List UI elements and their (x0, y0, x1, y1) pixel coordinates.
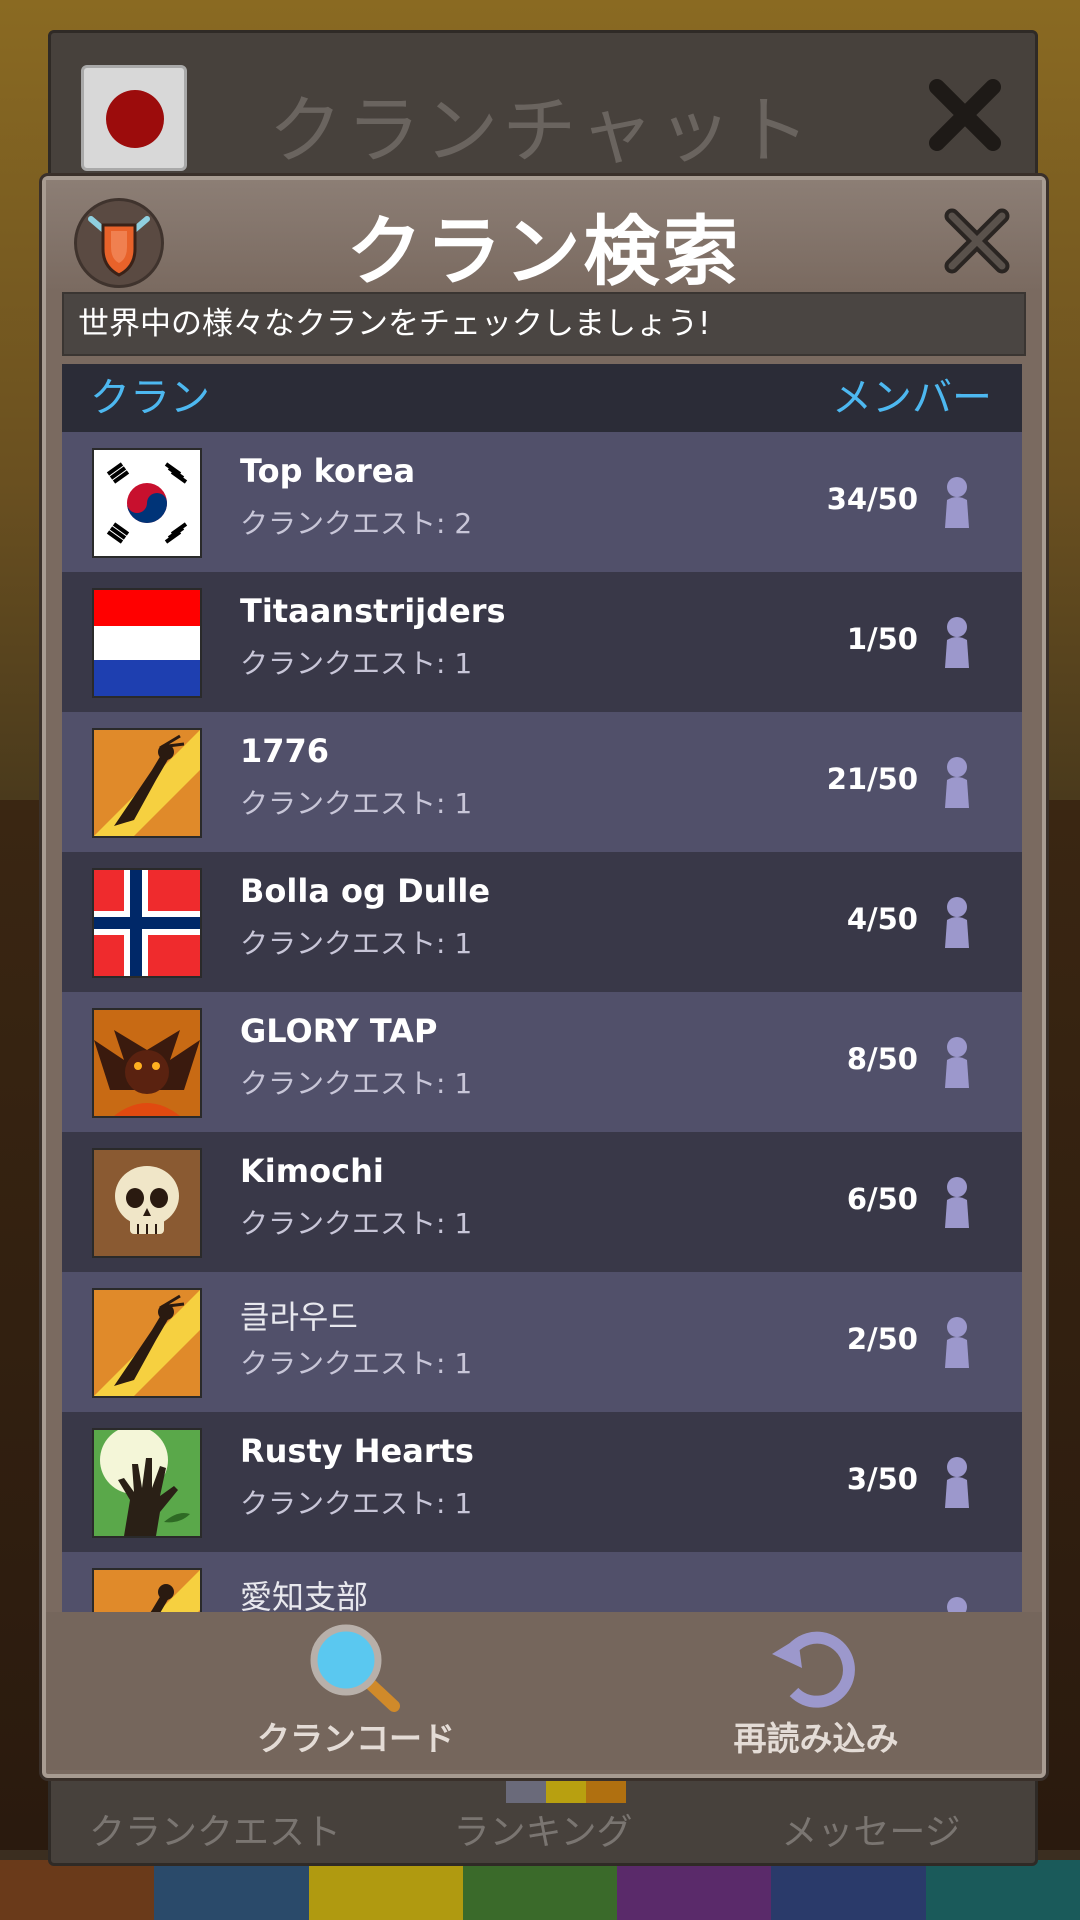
member-icon (945, 477, 969, 528)
game-bottom-bar (0, 1860, 1080, 1920)
reload-icon (772, 1631, 855, 1708)
member-icon (945, 1037, 969, 1088)
clan-code-label: クランコード (257, 1719, 455, 1758)
search-icon (310, 1624, 400, 1712)
clan-row[interactable]: GLORY TAP クランクエスト: 1 8/50 (62, 992, 1022, 1132)
zombie-hand-emblem-icon (92, 1428, 202, 1538)
clan-quest-level: クランクエスト: 1 (240, 1207, 473, 1240)
subtitle-banner: 世界中の様々なクランをチェックしましょう! (62, 292, 1026, 356)
member-icon (945, 1177, 969, 1228)
member-icon (945, 757, 969, 808)
member-count: 6/50 (846, 1182, 918, 1216)
flag-netherlands-icon (92, 588, 202, 698)
chat-tabs: クランクエスト ランキング メッセージ (51, 1803, 1035, 1863)
member-count: 21/50 (826, 762, 918, 796)
close-icon[interactable] (925, 75, 1005, 155)
clan-list[interactable]: Top korea クランクエスト: 2 34/50 Titaanstrijde… (62, 432, 1022, 1612)
tab-ranking[interactable]: ランキング (379, 1803, 707, 1863)
reload-label: 再読み込み (733, 1719, 899, 1758)
clan-name: GLORY TAP (240, 1012, 438, 1050)
clan-row[interactable]: Bolla og Dulle クランクエスト: 1 4/50 (62, 852, 1022, 992)
clan-chat-title: クランチャット (268, 88, 814, 174)
reload-button[interactable]: 再読み込み (666, 1612, 966, 1770)
clan-name: Top korea (240, 452, 416, 490)
modal-header: クラン検索 (46, 180, 1042, 296)
flag-japan-icon (81, 65, 187, 171)
member-icon (947, 1597, 967, 1612)
modal-title: クラン検索 (346, 207, 742, 296)
skull-emblem-icon (92, 1148, 202, 1258)
warrior-emblem-icon (92, 1568, 202, 1612)
clan-code-button[interactable]: クランコード (206, 1612, 506, 1770)
clan-quest-level: クランクエスト: 1 (240, 1487, 473, 1520)
member-count: 34/50 (826, 482, 918, 516)
member-count: 1/50 (846, 622, 918, 656)
demon-emblem-icon (92, 1008, 202, 1118)
clan-name: 愛知支部 (240, 1578, 369, 1612)
clan-quest-level: クランクエスト: 1 (240, 787, 473, 820)
clan-row[interactable]: Kimochi クランクエスト: 1 6/50 (62, 1132, 1022, 1272)
clan-row[interactable]: 클라우드 クランクエスト: 1 2/50 (62, 1272, 1022, 1412)
clan-quest-level: クランクエスト: 2 (240, 507, 473, 540)
clan-name: Bolla og Dulle (240, 872, 491, 910)
tab-messages[interactable]: メッセージ (707, 1803, 1035, 1863)
clan-name: 클라우드 (240, 1298, 358, 1336)
clan-quest-level: クランクエスト: 1 (240, 1067, 473, 1100)
clan-name: Titaanstrijders (240, 592, 506, 630)
member-count: 8/50 (846, 1042, 918, 1076)
flag-norway-icon (92, 868, 202, 978)
clan-row[interactable]: 1776 クランクエスト: 1 21/50 (62, 712, 1022, 852)
member-count: 3/50 (846, 1462, 918, 1496)
modal-footer: クランコード 再読み込み (46, 1612, 1042, 1770)
member-count: 2/50 (846, 1322, 918, 1356)
member-icon (945, 897, 969, 948)
column-header: クラン メンバー (62, 364, 1022, 432)
clan-row[interactable]: 愛知支部 (62, 1552, 1022, 1612)
clan-quest-level: クランクエスト: 1 (240, 927, 473, 960)
member-icon (945, 617, 969, 668)
clan-row[interactable]: Rusty Hearts クランクエスト: 1 3/50 (62, 1412, 1022, 1552)
flag-south-korea-icon (92, 448, 202, 558)
clan-quest-level: クランクエスト: 1 (240, 647, 473, 680)
column-members-label: メンバー (832, 375, 992, 421)
clan-name: 1776 (240, 732, 330, 770)
tab-clan-quest[interactable]: クランクエスト (51, 1803, 379, 1863)
clan-search-modal: クラン検索 世界中の様々なクランをチェックしましょう! クラン メンバー Top… (42, 176, 1046, 1778)
member-icon (945, 1317, 969, 1368)
clan-row[interactable]: Top korea クランクエスト: 2 34/50 (62, 432, 1022, 572)
member-count: 4/50 (846, 902, 918, 936)
column-clan-label: クラン (90, 375, 210, 421)
warrior-emblem-icon (92, 728, 202, 838)
warrior-emblem-icon (92, 1288, 202, 1398)
subtitle-text: 世界中の様々なクランをチェックしましょう! (78, 306, 711, 342)
clan-name: Rusty Hearts (240, 1432, 474, 1470)
clan-row[interactable]: Titaanstrijders クランクエスト: 1 1/50 (62, 572, 1022, 712)
clan-name: Kimochi (240, 1152, 384, 1190)
clan-quest-level: クランクエスト: 1 (240, 1347, 473, 1380)
member-icon (945, 1457, 969, 1508)
close-icon[interactable] (942, 206, 1012, 276)
